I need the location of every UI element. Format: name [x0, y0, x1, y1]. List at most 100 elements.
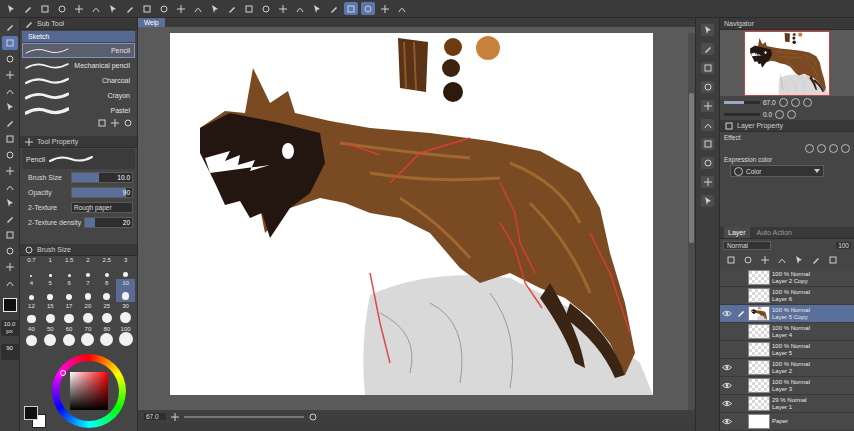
property-slider[interactable]: 10.0	[71, 172, 133, 183]
toolbar-button[interactable]	[276, 2, 290, 15]
property-select[interactable]: Rough paper	[71, 202, 133, 213]
eye-icon[interactable]	[722, 382, 732, 389]
brush-size-cell[interactable]: 5	[41, 279, 60, 302]
brush-size-readout[interactable]: 10.0 px	[1, 320, 19, 336]
toolbar-button[interactable]	[157, 2, 171, 15]
brush-size-cell[interactable]: 7	[79, 279, 98, 302]
navigator-preview[interactable]	[720, 30, 854, 96]
toolbar-button[interactable]	[55, 2, 69, 15]
tool-button[interactable]	[2, 180, 18, 194]
eye-icon[interactable]	[722, 310, 732, 317]
tool-button[interactable]	[2, 228, 18, 242]
opacity-readout[interactable]: 90	[1, 344, 19, 360]
layer-row[interactable]: 100 % NormalLayer 4	[720, 323, 854, 341]
blend-mode-dropdown[interactable]: Normal	[723, 241, 771, 250]
zoom-slider[interactable]	[184, 416, 304, 418]
brush-size-cell[interactable]: 70	[79, 325, 98, 348]
tool-button[interactable]	[2, 20, 18, 34]
layer-action-button[interactable]	[724, 254, 738, 267]
brush-size-cell[interactable]: 60	[60, 325, 79, 348]
toolbar-button[interactable]	[310, 2, 324, 15]
layer-action-button[interactable]	[792, 254, 806, 267]
dock-button[interactable]	[701, 138, 714, 150]
toolbar-button[interactable]	[378, 2, 392, 15]
tool-button[interactable]	[2, 68, 18, 82]
brush-size-cell[interactable]: 17	[60, 302, 79, 325]
color-wheel[interactable]	[52, 354, 126, 428]
property-slider[interactable]: 90	[71, 187, 133, 198]
layer-row[interactable]: 100 % NormalLayer 5 Copy	[720, 305, 854, 323]
toolbar-button[interactable]	[174, 2, 188, 15]
brush-size-cell[interactable]: 8	[97, 279, 116, 302]
brush-size-cell[interactable]: 1.5	[60, 256, 79, 279]
dock-button[interactable]	[701, 176, 714, 188]
toolbar-button[interactable]	[140, 2, 154, 15]
layer-row[interactable]: 100 % NormalLayer 3	[720, 377, 854, 395]
canvas-sheet[interactable]	[170, 33, 653, 395]
toolbar-button[interactable]	[327, 2, 341, 15]
opacity-field[interactable]: 100	[836, 242, 851, 249]
tool-button[interactable]	[2, 100, 18, 114]
layer-action-button[interactable]	[809, 254, 823, 267]
toolbar-button[interactable]	[208, 2, 222, 15]
tool-button[interactable]	[2, 84, 18, 98]
brush-size-cell[interactable]: 6	[60, 279, 79, 302]
toolbar-button[interactable]	[361, 2, 375, 15]
expression-dropdown[interactable]: Color	[730, 165, 824, 177]
toolbar-button[interactable]	[123, 2, 137, 15]
toolbar-button[interactable]	[293, 2, 307, 15]
color-square[interactable]	[70, 372, 108, 410]
brush-size-cell[interactable]: 4	[22, 279, 41, 302]
brush-row[interactable]: Crayon	[22, 88, 135, 103]
layer-action-button[interactable]	[758, 254, 772, 267]
color-chips[interactable]	[24, 406, 46, 428]
dock-button[interactable]	[701, 195, 714, 207]
layer-action-button[interactable]	[741, 254, 755, 267]
layer-tab[interactable]: Layer	[724, 227, 750, 238]
sub-tool-group[interactable]: Sketch	[22, 31, 135, 42]
brush-row[interactable]: Pencil	[22, 43, 135, 58]
brush-size-cell[interactable]: 1	[41, 256, 60, 279]
main-color-chip[interactable]	[3, 298, 17, 312]
brush-row[interactable]: Mechanical pencil	[22, 58, 135, 73]
brush-size-cell[interactable]: 15	[41, 302, 60, 325]
brush-size-cell[interactable]: 3	[116, 256, 135, 279]
tool-button[interactable]	[2, 212, 18, 226]
dock-button[interactable]	[701, 62, 714, 74]
vertical-scrollbar[interactable]	[688, 33, 695, 410]
tool-button[interactable]	[2, 244, 18, 258]
toolbar-button[interactable]	[106, 2, 120, 15]
dock-button[interactable]	[701, 119, 714, 131]
brush-size-cell[interactable]: 30	[116, 302, 135, 325]
brush-size-cell[interactable]: 40	[22, 325, 41, 348]
tool-button[interactable]	[2, 196, 18, 210]
tool-button[interactable]	[2, 132, 18, 146]
tool-button[interactable]	[2, 164, 18, 178]
layer-action-button[interactable]	[775, 254, 789, 267]
property-slider[interactable]: 20	[84, 217, 133, 228]
brush-size-cell[interactable]: 25	[97, 302, 116, 325]
toolbar-button[interactable]	[225, 2, 239, 15]
brush-row[interactable]: Pastel	[22, 103, 135, 118]
brush-size-cell[interactable]: 80	[97, 325, 116, 348]
toolbar-button[interactable]	[38, 2, 52, 15]
toolbar-button[interactable]	[344, 2, 358, 15]
brush-size-cell[interactable]: 12	[22, 302, 41, 325]
toolbar-button[interactable]	[242, 2, 256, 15]
dock-button[interactable]	[701, 43, 714, 55]
layer-row[interactable]: 100 % NormalLayer 6	[720, 287, 854, 305]
eye-icon[interactable]	[722, 418, 732, 425]
layer-action-button[interactable]	[826, 254, 840, 267]
tool-button[interactable]	[2, 116, 18, 130]
layer-row[interactable]: 100 % NormalLayer 2 Copy	[720, 269, 854, 287]
dock-button[interactable]	[701, 100, 714, 112]
brush-size-cell[interactable]: 10	[116, 279, 135, 302]
angle-slider[interactable]	[724, 113, 760, 116]
layer-tab[interactable]: Auto Action	[753, 227, 796, 238]
toolbar-button[interactable]	[395, 2, 409, 15]
tool-button[interactable]	[2, 260, 18, 274]
brush-row[interactable]: Charcoal	[22, 73, 135, 88]
brush-size-cell[interactable]: 0.7	[22, 256, 41, 279]
toolbar-button[interactable]	[21, 2, 35, 15]
canvas-tab[interactable]: Welp	[138, 18, 165, 27]
